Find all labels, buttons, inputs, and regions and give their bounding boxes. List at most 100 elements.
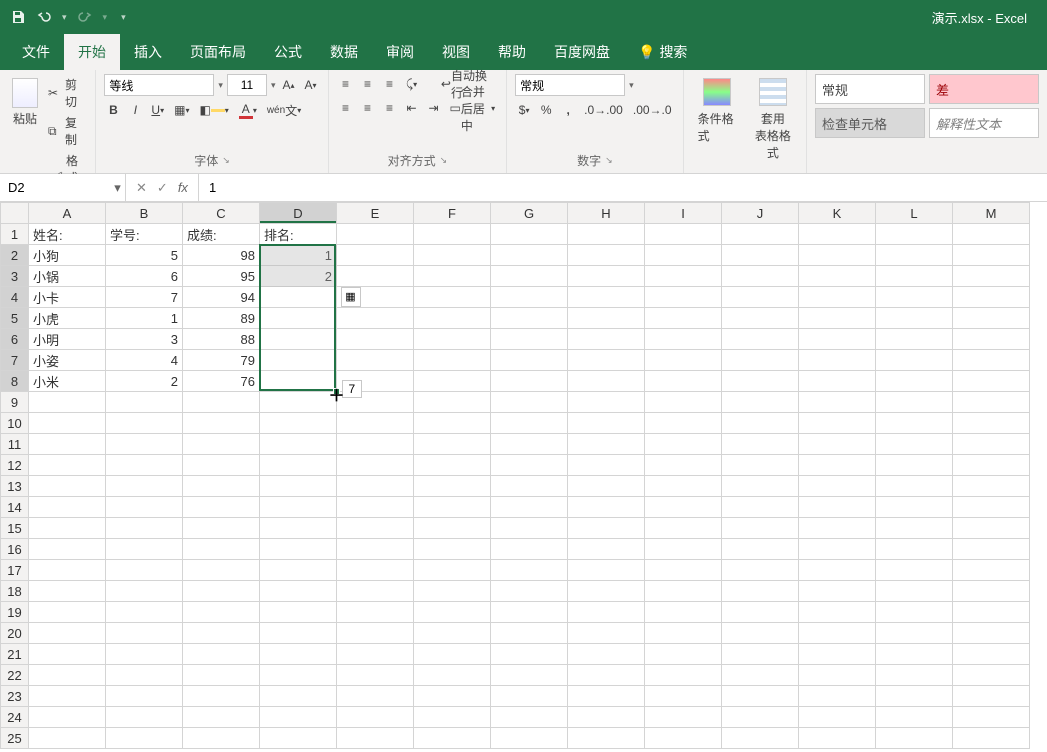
cell-L23[interactable] <box>876 686 953 707</box>
cell-I12[interactable] <box>645 455 722 476</box>
cell-I17[interactable] <box>645 560 722 581</box>
cell-C10[interactable] <box>183 413 260 434</box>
row-header-4[interactable]: 4 <box>1 287 29 308</box>
cell-G15[interactable] <box>491 518 568 539</box>
cell-H25[interactable] <box>568 728 645 749</box>
merge-center-button[interactable]: ▭合并后居中 ▾ <box>447 98 499 118</box>
cell-M2[interactable] <box>953 245 1030 266</box>
cell-C4[interactable]: 94 <box>183 287 260 308</box>
cell-J7[interactable] <box>722 350 799 371</box>
cell-E13[interactable] <box>337 476 414 497</box>
cell-I11[interactable] <box>645 434 722 455</box>
cell-G21[interactable] <box>491 644 568 665</box>
cell-L5[interactable] <box>876 308 953 329</box>
cell-D24[interactable] <box>260 707 337 728</box>
cell-B1[interactable]: 学号: <box>106 224 183 245</box>
col-header-D[interactable]: D <box>260 203 337 224</box>
cell-B25[interactable] <box>106 728 183 749</box>
cell-A15[interactable] <box>29 518 106 539</box>
align-bottom-button[interactable]: ≡ <box>381 74 399 94</box>
cell-G3[interactable] <box>491 266 568 287</box>
row-header-19[interactable]: 19 <box>1 602 29 623</box>
cell-G4[interactable] <box>491 287 568 308</box>
cell-I14[interactable] <box>645 497 722 518</box>
save-icon[interactable] <box>10 9 26 25</box>
cell-I19[interactable] <box>645 602 722 623</box>
cell-E25[interactable] <box>337 728 414 749</box>
row-header-22[interactable]: 22 <box>1 665 29 686</box>
cell-C21[interactable] <box>183 644 260 665</box>
cell-H8[interactable] <box>568 371 645 392</box>
cell-F2[interactable] <box>414 245 491 266</box>
cell-C2[interactable]: 98 <box>183 245 260 266</box>
phonetic-button[interactable]: wén文 ▾ <box>264 100 304 120</box>
cell-M4[interactable] <box>953 287 1030 308</box>
cell-J19[interactable] <box>722 602 799 623</box>
cell-L6[interactable] <box>876 329 953 350</box>
cell-D22[interactable] <box>260 665 337 686</box>
cell-H14[interactable] <box>568 497 645 518</box>
cell-A23[interactable] <box>29 686 106 707</box>
cell-I22[interactable] <box>645 665 722 686</box>
cell-D18[interactable] <box>260 581 337 602</box>
cell-J18[interactable] <box>722 581 799 602</box>
cell-D4[interactable] <box>260 287 337 308</box>
cell-B13[interactable] <box>106 476 183 497</box>
cell-F18[interactable] <box>414 581 491 602</box>
cell-F15[interactable] <box>414 518 491 539</box>
cell-E12[interactable] <box>337 455 414 476</box>
cell-B9[interactable] <box>106 392 183 413</box>
cell-L19[interactable] <box>876 602 953 623</box>
cell-H21[interactable] <box>568 644 645 665</box>
cell-J23[interactable] <box>722 686 799 707</box>
cell-I23[interactable] <box>645 686 722 707</box>
cell-A10[interactable] <box>29 413 106 434</box>
cell-H5[interactable] <box>568 308 645 329</box>
cell-I3[interactable] <box>645 266 722 287</box>
cell-L10[interactable] <box>876 413 953 434</box>
cell-E10[interactable] <box>337 413 414 434</box>
cell-B8[interactable]: 2 <box>106 371 183 392</box>
accounting-format-button[interactable]: $ ▾ <box>515 100 533 120</box>
cell-H18[interactable] <box>568 581 645 602</box>
style-explain[interactable]: 解释性文本 <box>929 108 1039 138</box>
cell-E16[interactable] <box>337 539 414 560</box>
cell-F7[interactable] <box>414 350 491 371</box>
col-header-F[interactable]: F <box>414 203 491 224</box>
cell-L1[interactable] <box>876 224 953 245</box>
cell-J6[interactable] <box>722 329 799 350</box>
cell-G19[interactable] <box>491 602 568 623</box>
cell-K11[interactable] <box>799 434 876 455</box>
cell-H23[interactable] <box>568 686 645 707</box>
cell-C19[interactable] <box>183 602 260 623</box>
cell-G7[interactable] <box>491 350 568 371</box>
cell-C7[interactable]: 79 <box>183 350 260 371</box>
tab-formulas[interactable]: 公式 <box>260 34 316 70</box>
cell-G1[interactable] <box>491 224 568 245</box>
cell-A20[interactable] <box>29 623 106 644</box>
decrease-indent-button[interactable]: ⇤ <box>403 98 421 118</box>
increase-decimal-button[interactable]: .0→.00 <box>581 100 626 120</box>
cell-A22[interactable] <box>29 665 106 686</box>
row-header-10[interactable]: 10 <box>1 413 29 434</box>
cell-L14[interactable] <box>876 497 953 518</box>
cell-E11[interactable] <box>337 434 414 455</box>
cancel-formula-icon[interactable]: ✕ <box>136 180 147 196</box>
cell-H9[interactable] <box>568 392 645 413</box>
row-header-11[interactable]: 11 <box>1 434 29 455</box>
cell-A18[interactable] <box>29 581 106 602</box>
italic-button[interactable]: I <box>126 100 144 120</box>
cell-D5[interactable] <box>260 308 337 329</box>
cell-K12[interactable] <box>799 455 876 476</box>
cell-K2[interactable] <box>799 245 876 266</box>
cell-H4[interactable] <box>568 287 645 308</box>
cell-C5[interactable]: 89 <box>183 308 260 329</box>
cell-F23[interactable] <box>414 686 491 707</box>
cell-K20[interactable] <box>799 623 876 644</box>
cell-J10[interactable] <box>722 413 799 434</box>
tab-data[interactable]: 数据 <box>316 34 372 70</box>
cell-M20[interactable] <box>953 623 1030 644</box>
cell-M11[interactable] <box>953 434 1030 455</box>
cell-I16[interactable] <box>645 539 722 560</box>
cell-D23[interactable] <box>260 686 337 707</box>
